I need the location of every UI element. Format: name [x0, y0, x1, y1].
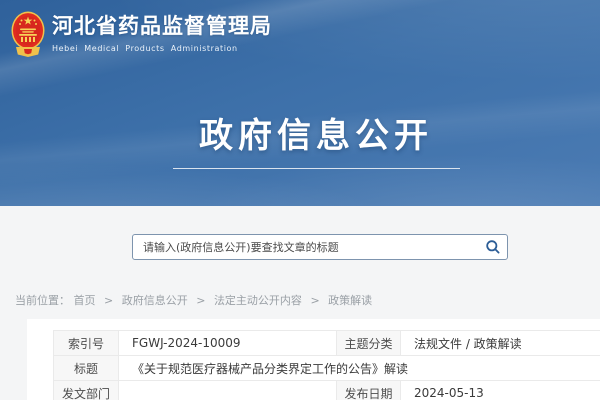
index-number-label: 索引号: [54, 331, 119, 356]
banner-underline: [173, 168, 460, 169]
topic-category-value: 法规文件 / 政策解读: [401, 331, 600, 356]
china-national-emblem-icon: [11, 11, 45, 57]
breadcrumb-link-statutory-disclosure[interactable]: 法定主动公开内容: [214, 294, 302, 307]
document-detail-table: 索引号 FGWJ-2024-10009 主题分类 法规文件 / 政策解读 标题 …: [53, 330, 600, 400]
site-logo[interactable]: 河北省药品监督管理局 Hebei Medical Products Admini…: [11, 11, 272, 57]
breadcrumb-separator: >: [196, 294, 205, 307]
search-icon: [485, 239, 501, 255]
topic-category-label: 主题分类: [337, 331, 401, 356]
title-label: 标题: [54, 356, 119, 381]
table-row: 索引号 FGWJ-2024-10009 主题分类 法规文件 / 政策解读: [54, 331, 600, 356]
document-detail-card: 索引号 FGWJ-2024-10009 主题分类 法规文件 / 政策解读 标题 …: [27, 319, 600, 400]
agency-name: 河北省药品监督管理局: [52, 13, 272, 40]
breadcrumb-link-gov-info[interactable]: 政府信息公开: [122, 294, 188, 307]
page-title: 政府信息公开: [163, 116, 469, 156]
search-button[interactable]: [479, 235, 507, 259]
search-input[interactable]: [133, 235, 479, 259]
breadcrumb-prefix: 当前位置：: [15, 294, 70, 307]
site-header: 河北省药品监督管理局 Hebei Medical Products Admini…: [0, 0, 600, 206]
breadcrumb-separator: >: [104, 294, 113, 307]
issuing-dept-label: 发文部门: [54, 381, 119, 400]
publish-date-value: 2024-05-13: [401, 381, 600, 400]
breadcrumb-link-home[interactable]: 首页: [74, 294, 96, 307]
issuing-dept-value: [119, 381, 337, 400]
agency-name-en: Hebei Medical Products Administration: [52, 43, 272, 55]
page-content: 当前位置： 首页 > 政府信息公开 > 法定主动公开内容 > 政策解读 索引号 …: [0, 206, 600, 400]
table-row: 标题 《关于规范医疗器械产品分类界定工作的公告》解读: [54, 356, 600, 381]
index-number-value: FGWJ-2024-10009: [119, 331, 337, 356]
table-row: 发文部门 发布日期 2024-05-13: [54, 381, 600, 400]
search-bar: [132, 234, 508, 260]
browser-page: 河北省药品监督管理局 Hebei Medical Products Admini…: [0, 0, 600, 400]
breadcrumb-link-policy-interpretation[interactable]: 政策解读: [328, 294, 372, 307]
breadcrumb-separator: >: [310, 294, 319, 307]
publish-date-label: 发布日期: [337, 381, 401, 400]
breadcrumb: 当前位置： 首页 > 政府信息公开 > 法定主动公开内容 > 政策解读: [15, 292, 372, 308]
title-value: 《关于规范医疗器械产品分类界定工作的公告》解读: [119, 356, 600, 381]
